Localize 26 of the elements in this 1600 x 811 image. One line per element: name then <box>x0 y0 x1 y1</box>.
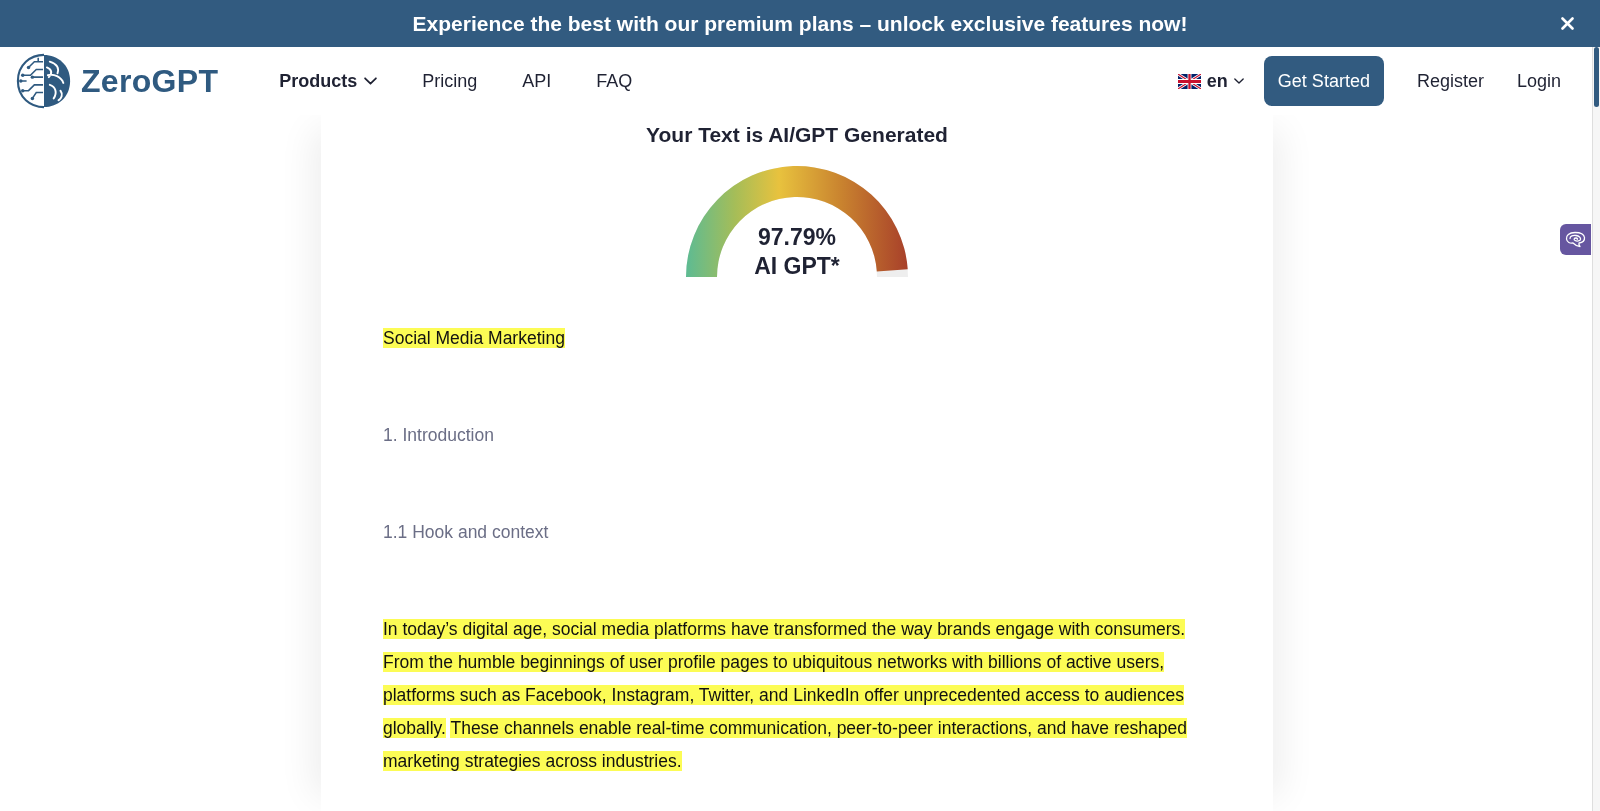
score-label: AI GPT* <box>754 252 840 281</box>
text-paragraph: Social Media Marketing <box>383 327 566 350</box>
uk-flag-icon <box>1177 73 1201 89</box>
chevron-down-icon <box>364 77 378 85</box>
brain-logo-icon[interactable] <box>15 52 73 110</box>
text-paragraph: 1.1 Hook and context <box>383 521 550 544</box>
scrollbar[interactable] <box>1592 47 1600 811</box>
nav-link[interactable]: Pricing <box>422 70 478 92</box>
brain-widget-button[interactable] <box>1560 224 1591 255</box>
scrollbar-thumb[interactable] <box>1594 47 1599 107</box>
auth-link[interactable]: Register <box>1416 70 1484 92</box>
brain-outline-icon <box>1565 231 1586 248</box>
score-percentage: 97.79% <box>758 223 836 252</box>
auth-link[interactable]: Login <box>1516 70 1561 92</box>
nav-dropdown-link[interactable]: Products <box>279 70 378 92</box>
nav-link[interactable]: FAQ <box>596 70 633 92</box>
chevron-down-icon <box>1233 78 1244 84</box>
logo-wordmark[interactable]: ZeroGPT <box>81 62 219 100</box>
language-selector[interactable]: en <box>1177 70 1244 92</box>
promo-banner-text: Experience the best with our premium plans – unlock exclusive features now! <box>412 11 1188 36</box>
text-paragraph: In today’s digital age, social media platforms have transformed the way brands engage with consumers. From the humble beginnings of user profile pages to ubiquitous networks with billions of active users, platforms such as Facebook, Instagram, Twitter, and LinkedIn offer unprecedented access to audiences globally. These channels enable real-time communication, peer-to-peer interactions, and have reshaped marketing strategies across industries. <box>383 618 1188 773</box>
text-paragraph: 1. Introduction <box>383 424 495 447</box>
nav-link[interactable]: API <box>522 70 552 92</box>
close-icon[interactable] <box>1561 17 1574 30</box>
result-title: Your Text is AI/GPT Generated <box>646 122 948 148</box>
get-started-button[interactable]: Get Started <box>1263 56 1384 106</box>
